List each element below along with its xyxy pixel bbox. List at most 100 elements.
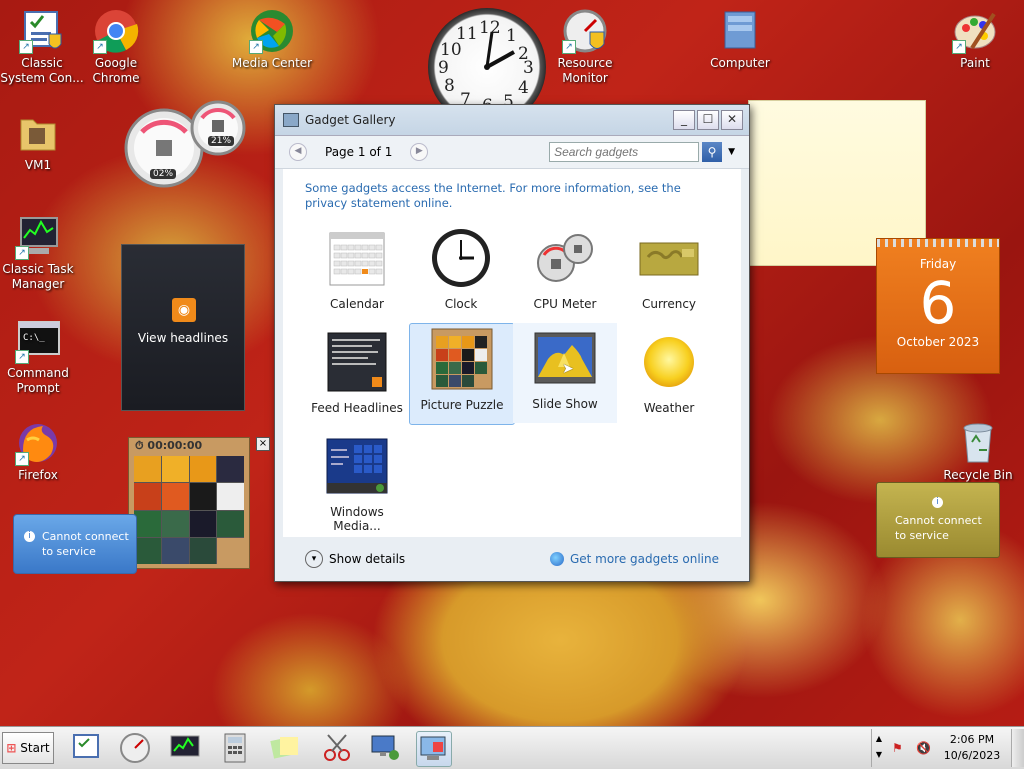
firefox-icon: ↗	[15, 420, 61, 466]
taskbar-calculator-icon[interactable]	[218, 731, 252, 765]
desktop-icon-control-panel[interactable]: ↗ Classic System Con...	[0, 8, 84, 86]
gallery-item-slide-show[interactable]: ➤ Slide Show	[513, 323, 617, 423]
calendar-icon	[326, 227, 388, 289]
memory-usage-value: 21%	[208, 136, 235, 146]
gallery-content: Some gadgets access the Internet. For mo…	[283, 169, 741, 537]
taskbar-sticky-notes-icon[interactable]	[268, 731, 302, 765]
desktop-icon-recycle-bin[interactable]: Recycle Bin	[932, 420, 1024, 483]
tray-expand-button[interactable]: ▲ ▼	[874, 731, 884, 763]
command-prompt-icon: C:\_ ↗	[15, 318, 61, 364]
window-titlebar[interactable]: Gadget Gallery _ ☐ ✕	[275, 105, 749, 136]
taskbar-resource-monitor-icon[interactable]	[118, 731, 152, 765]
weather-gadget[interactable]: i Cannot connect to service	[13, 514, 137, 574]
media-center-icon: ↗	[249, 8, 295, 54]
show-details-toggle[interactable]: Show details	[329, 552, 405, 566]
shortcut-arrow-icon: ↗	[93, 40, 107, 54]
shortcut-arrow-icon: ↗	[15, 246, 29, 260]
feed-headlines-gadget[interactable]: ◉ View headlines	[121, 244, 245, 411]
taskbar-snipping-tool-icon[interactable]	[320, 731, 354, 765]
desktop-icon-vm1[interactable]: VM1	[0, 110, 80, 173]
clock-icon	[430, 227, 492, 289]
search-options-chevron-down-icon[interactable]: ▼	[728, 147, 735, 157]
rss-icon: ◉	[172, 298, 196, 322]
desktop-icon-label: VM1	[24, 158, 52, 172]
gadget-close-button[interactable]: ×	[256, 437, 270, 451]
gallery-item-currency[interactable]: Currency	[617, 223, 721, 323]
desktop-icon-computer[interactable]: Computer	[698, 8, 782, 71]
desktop-icon-firefox[interactable]: ↗ Firefox	[0, 420, 80, 483]
gallery-item-windows-media[interactable]: Windows Media...	[305, 431, 409, 533]
show-desktop-button[interactable]	[1011, 729, 1024, 767]
clock-date[interactable]: 10/6/2023	[942, 749, 1002, 762]
gallery-item-feed-headlines[interactable]: Feed Headlines	[305, 327, 409, 427]
desktop-icon-command-prompt[interactable]: C:\_ ↗ Command Prompt	[0, 318, 80, 396]
taskbar-task-manager-icon[interactable]	[168, 731, 202, 765]
calendar-spiral	[877, 239, 999, 247]
desktop-icon-label: Resource Monitor	[557, 56, 613, 85]
picture-puzzle-gadget[interactable]: ⏱ 00:00:00	[128, 437, 250, 569]
currency-icon	[638, 227, 700, 289]
currency-error-text: Cannot connect to service	[895, 514, 982, 542]
mouse-cursor-icon: ➤	[562, 361, 574, 377]
gallery-item-label: Feed Headlines	[311, 401, 403, 415]
prev-page-button[interactable]: ◀	[289, 143, 307, 161]
shortcut-arrow-icon: ↗	[15, 452, 29, 466]
taskbar-remote-desktop-icon[interactable]	[368, 731, 402, 765]
minimize-button[interactable]: _	[673, 110, 695, 130]
close-button[interactable]: ✕	[721, 110, 743, 130]
desktop-icon-task-manager[interactable]: ↗ Classic Task Manager	[0, 214, 80, 292]
gallery-item-cpu-meter[interactable]: CPU Meter	[513, 223, 617, 323]
next-page-button[interactable]: ▶	[410, 143, 429, 161]
gallery-item-label: CPU Meter	[533, 297, 597, 311]
svg-text:C:\_: C:\_	[23, 333, 45, 343]
desktop-icon-label: Media Center	[231, 56, 313, 70]
start-label: Start	[20, 741, 50, 755]
privacy-notice-link[interactable]: Some gadgets access the Internet. For mo…	[305, 181, 725, 211]
speaker-muted-icon[interactable]: 🔇	[916, 741, 931, 755]
gallery-item-picture-puzzle[interactable]: Picture Puzzle	[409, 323, 515, 425]
desktop-icon-resource-monitor[interactable]: ↗ Resource Monitor	[543, 8, 627, 86]
calendar-day: 6	[919, 269, 957, 337]
desktop-icon-media-center[interactable]: ↗ Media Center	[230, 8, 314, 71]
shortcut-arrow-icon: ↗	[952, 40, 966, 54]
search-icon[interactable]: ⚲	[702, 142, 723, 162]
recycle-bin-icon	[955, 420, 1001, 466]
desktop-icon-chrome[interactable]: ↗ Google Chrome	[74, 8, 158, 86]
action-center-icon[interactable]: ⚑	[892, 741, 903, 755]
clock-time[interactable]: 2:06 PM	[942, 733, 1002, 746]
gallery-item-label: Picture Puzzle	[420, 398, 504, 412]
gallery-toolbar: ◀ Page 1 of 1 ▶ ⚲ ▼	[275, 136, 749, 169]
search-input[interactable]	[549, 142, 700, 162]
desktop-icon-label: Google Chrome	[92, 56, 140, 85]
calendar-gadget[interactable]: Friday 6 October 2023	[876, 238, 1000, 374]
feed-headlines-icon	[326, 331, 388, 393]
gallery-item-label: Windows Media...	[330, 505, 384, 533]
chevron-down-icon[interactable]: ▾	[305, 550, 323, 568]
chrome-icon: ↗	[93, 8, 139, 54]
maximize-button[interactable]: ☐	[697, 110, 719, 130]
view-headlines-link[interactable]: View headlines	[122, 331, 244, 345]
taskbar-gadget-gallery-icon[interactable]	[416, 731, 452, 767]
gallery-item-label: Slide Show	[532, 397, 598, 411]
folder-icon	[15, 110, 61, 156]
get-more-gadgets-link[interactable]: Get more gadgets online	[570, 552, 719, 566]
gallery-item-clock[interactable]: Clock	[409, 223, 513, 323]
desktop-icon-label: Classic System Con...	[0, 56, 84, 85]
cpu-meter-gadget[interactable]: 02% 21%	[122, 98, 248, 190]
gallery-item-label: Clock	[444, 297, 478, 311]
gadget-gallery-window[interactable]: Gadget Gallery _ ☐ ✕ ◀ Page 1 of 1 ▶ ⚲ ▼…	[274, 104, 750, 582]
desktop-icon-label: Classic Task Manager	[2, 262, 74, 291]
task-manager-icon: ↗	[15, 214, 61, 260]
desktop-icon-label: Computer	[710, 56, 770, 70]
puzzle-timer-value: 00:00:00	[147, 439, 203, 452]
desktop-icon-label: Command Prompt	[7, 366, 69, 395]
currency-gadget[interactable]: i Cannot connect to service	[876, 482, 1000, 558]
shortcut-arrow-icon: ↗	[19, 40, 33, 54]
taskbar-control-panel-icon[interactable]	[70, 731, 104, 765]
control-panel-icon: ↗	[19, 8, 65, 54]
gallery-item-weather[interactable]: Weather	[617, 327, 721, 427]
desktop-icon-paint[interactable]: ↗ Paint	[933, 8, 1017, 71]
gallery-item-calendar[interactable]: Calendar	[305, 223, 409, 323]
start-button[interactable]: ⊞ Start	[2, 732, 54, 764]
puzzle-board[interactable]	[134, 456, 244, 564]
